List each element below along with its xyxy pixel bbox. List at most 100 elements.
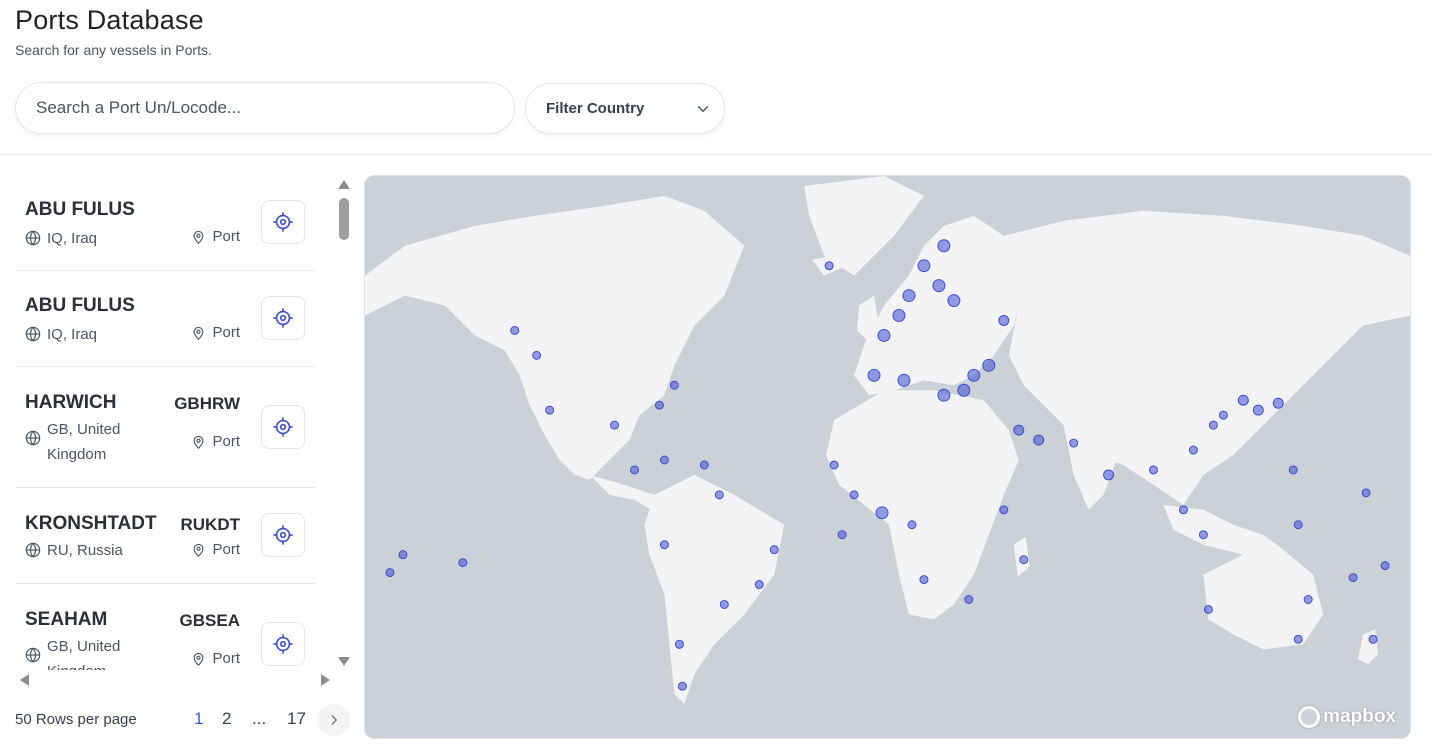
port-marker[interactable] <box>1013 424 1025 436</box>
filter-country-select[interactable]: Filter Country <box>525 83 725 134</box>
port-marker[interactable] <box>1380 561 1390 571</box>
port-marker[interactable] <box>1237 394 1249 406</box>
port-marker[interactable] <box>937 388 951 402</box>
port-marker[interactable] <box>532 350 542 360</box>
list-item[interactable]: SEAHAM GBSEA GB, United Kingdom Port <box>15 584 315 670</box>
port-marker[interactable] <box>1288 465 1298 475</box>
port-marker[interactable] <box>1348 573 1358 583</box>
port-marker[interactable] <box>917 259 931 273</box>
locate-port-button[interactable] <box>261 200 305 244</box>
port-marker[interactable] <box>699 460 709 470</box>
port-marker[interactable] <box>932 279 946 293</box>
port-marker[interactable] <box>754 580 764 590</box>
ports-map[interactable]: mapbox <box>364 175 1411 739</box>
port-name: HARWICH <box>25 392 117 413</box>
port-marker[interactable] <box>385 568 395 578</box>
port-marker[interactable] <box>1178 505 1188 515</box>
port-marker[interactable] <box>1148 465 1158 475</box>
port-marker[interactable] <box>1252 404 1264 416</box>
locate-port-button[interactable] <box>261 513 305 557</box>
port-marker[interactable] <box>1361 488 1371 498</box>
page-button-17[interactable]: 17 <box>287 709 306 729</box>
port-marker[interactable] <box>674 639 684 649</box>
port-marker[interactable] <box>824 261 834 271</box>
port-marker[interactable] <box>875 506 889 520</box>
world-map[interactable] <box>365 176 1410 738</box>
list-item[interactable]: HARWICH GBHRW GB, United Kingdom Port <box>15 367 315 488</box>
search-box[interactable] <box>15 82 515 134</box>
port-marker[interactable] <box>545 405 555 415</box>
port-marker[interactable] <box>769 545 779 555</box>
port-marker[interactable] <box>1069 438 1079 448</box>
port-marker[interactable] <box>902 289 916 303</box>
port-marker[interactable] <box>659 455 669 465</box>
list-item[interactable]: ABU FULUS IQ, Iraq Port <box>15 175 315 271</box>
page-title: Ports Database <box>15 5 204 35</box>
port-marker[interactable] <box>982 358 996 372</box>
port-marker[interactable] <box>957 383 971 397</box>
port-marker[interactable] <box>919 575 929 585</box>
port-marker[interactable] <box>999 505 1009 515</box>
port-marker[interactable] <box>510 325 520 335</box>
list-vertical-scrollbar[interactable] <box>336 178 352 670</box>
port-marker[interactable] <box>907 520 917 530</box>
port-type-label: Port <box>212 433 240 450</box>
scroll-right-arrow-icon[interactable] <box>321 674 330 686</box>
page-button-2[interactable]: 2 <box>222 709 231 729</box>
port-marker[interactable] <box>719 599 729 609</box>
locate-port-button[interactable] <box>261 622 305 666</box>
port-marker[interactable] <box>398 550 408 560</box>
port-marker[interactable] <box>629 465 639 475</box>
list-item[interactable]: KRONSHTADT RUKDT RU, Russia Port <box>15 488 315 584</box>
port-marker[interactable] <box>1188 445 1198 455</box>
search-input[interactable] <box>16 83 514 133</box>
port-marker[interactable] <box>714 490 724 500</box>
port-marker[interactable] <box>1272 397 1284 409</box>
port-marker[interactable] <box>937 239 951 253</box>
port-marker[interactable] <box>1218 410 1228 420</box>
port-marker[interactable] <box>849 490 859 500</box>
port-marker[interactable] <box>947 294 961 308</box>
port-marker[interactable] <box>458 558 468 568</box>
location-pin-icon <box>194 326 204 340</box>
port-list: ABU FULUS IQ, Iraq Port ABU FULUS IQ, Ir… <box>15 175 315 670</box>
port-marker[interactable] <box>998 315 1010 326</box>
port-marker[interactable] <box>1033 434 1045 446</box>
port-marker[interactable] <box>1368 634 1378 644</box>
list-item[interactable]: ABU FULUS IQ, Iraq Port <box>15 271 315 367</box>
port-marker[interactable] <box>1303 595 1313 604</box>
next-page-button[interactable] <box>317 704 351 736</box>
mapbox-logo[interactable]: mapbox <box>1298 706 1396 728</box>
port-marker[interactable] <box>1198 530 1208 540</box>
port-marker[interactable] <box>669 380 679 390</box>
port-marker[interactable] <box>1293 520 1303 530</box>
port-marker[interactable] <box>967 368 981 382</box>
scroll-left-arrow-icon[interactable] <box>20 674 29 686</box>
port-marker[interactable] <box>892 309 906 322</box>
port-marker[interactable] <box>1208 420 1218 430</box>
crosshair-icon <box>273 212 293 232</box>
port-marker[interactable] <box>677 681 687 691</box>
port-marker[interactable] <box>964 595 974 604</box>
port-marker[interactable] <box>610 420 620 430</box>
port-marker[interactable] <box>1293 634 1303 644</box>
port-marker[interactable] <box>877 328 891 342</box>
port-marker[interactable] <box>1103 469 1115 481</box>
scroll-up-arrow-icon[interactable] <box>338 180 350 189</box>
port-marker[interactable] <box>1019 555 1029 565</box>
port-marker[interactable] <box>829 460 839 470</box>
port-marker[interactable] <box>1203 604 1213 614</box>
scrollbar-thumb[interactable] <box>339 198 349 240</box>
port-marker[interactable] <box>867 368 881 382</box>
page-button-1[interactable]: 1 <box>194 709 203 729</box>
scroll-down-arrow-icon[interactable] <box>338 657 350 666</box>
port-marker[interactable] <box>897 373 911 387</box>
page-header: Ports Database Search for any vessels in… <box>15 4 212 58</box>
locate-port-button[interactable] <box>261 405 305 449</box>
port-marker[interactable] <box>659 540 669 550</box>
list-horizontal-scrollbar[interactable] <box>15 672 335 688</box>
locate-port-button[interactable] <box>261 296 305 340</box>
port-marker[interactable] <box>837 530 847 540</box>
port-marker[interactable] <box>654 400 664 410</box>
port-type: Port <box>191 650 240 667</box>
